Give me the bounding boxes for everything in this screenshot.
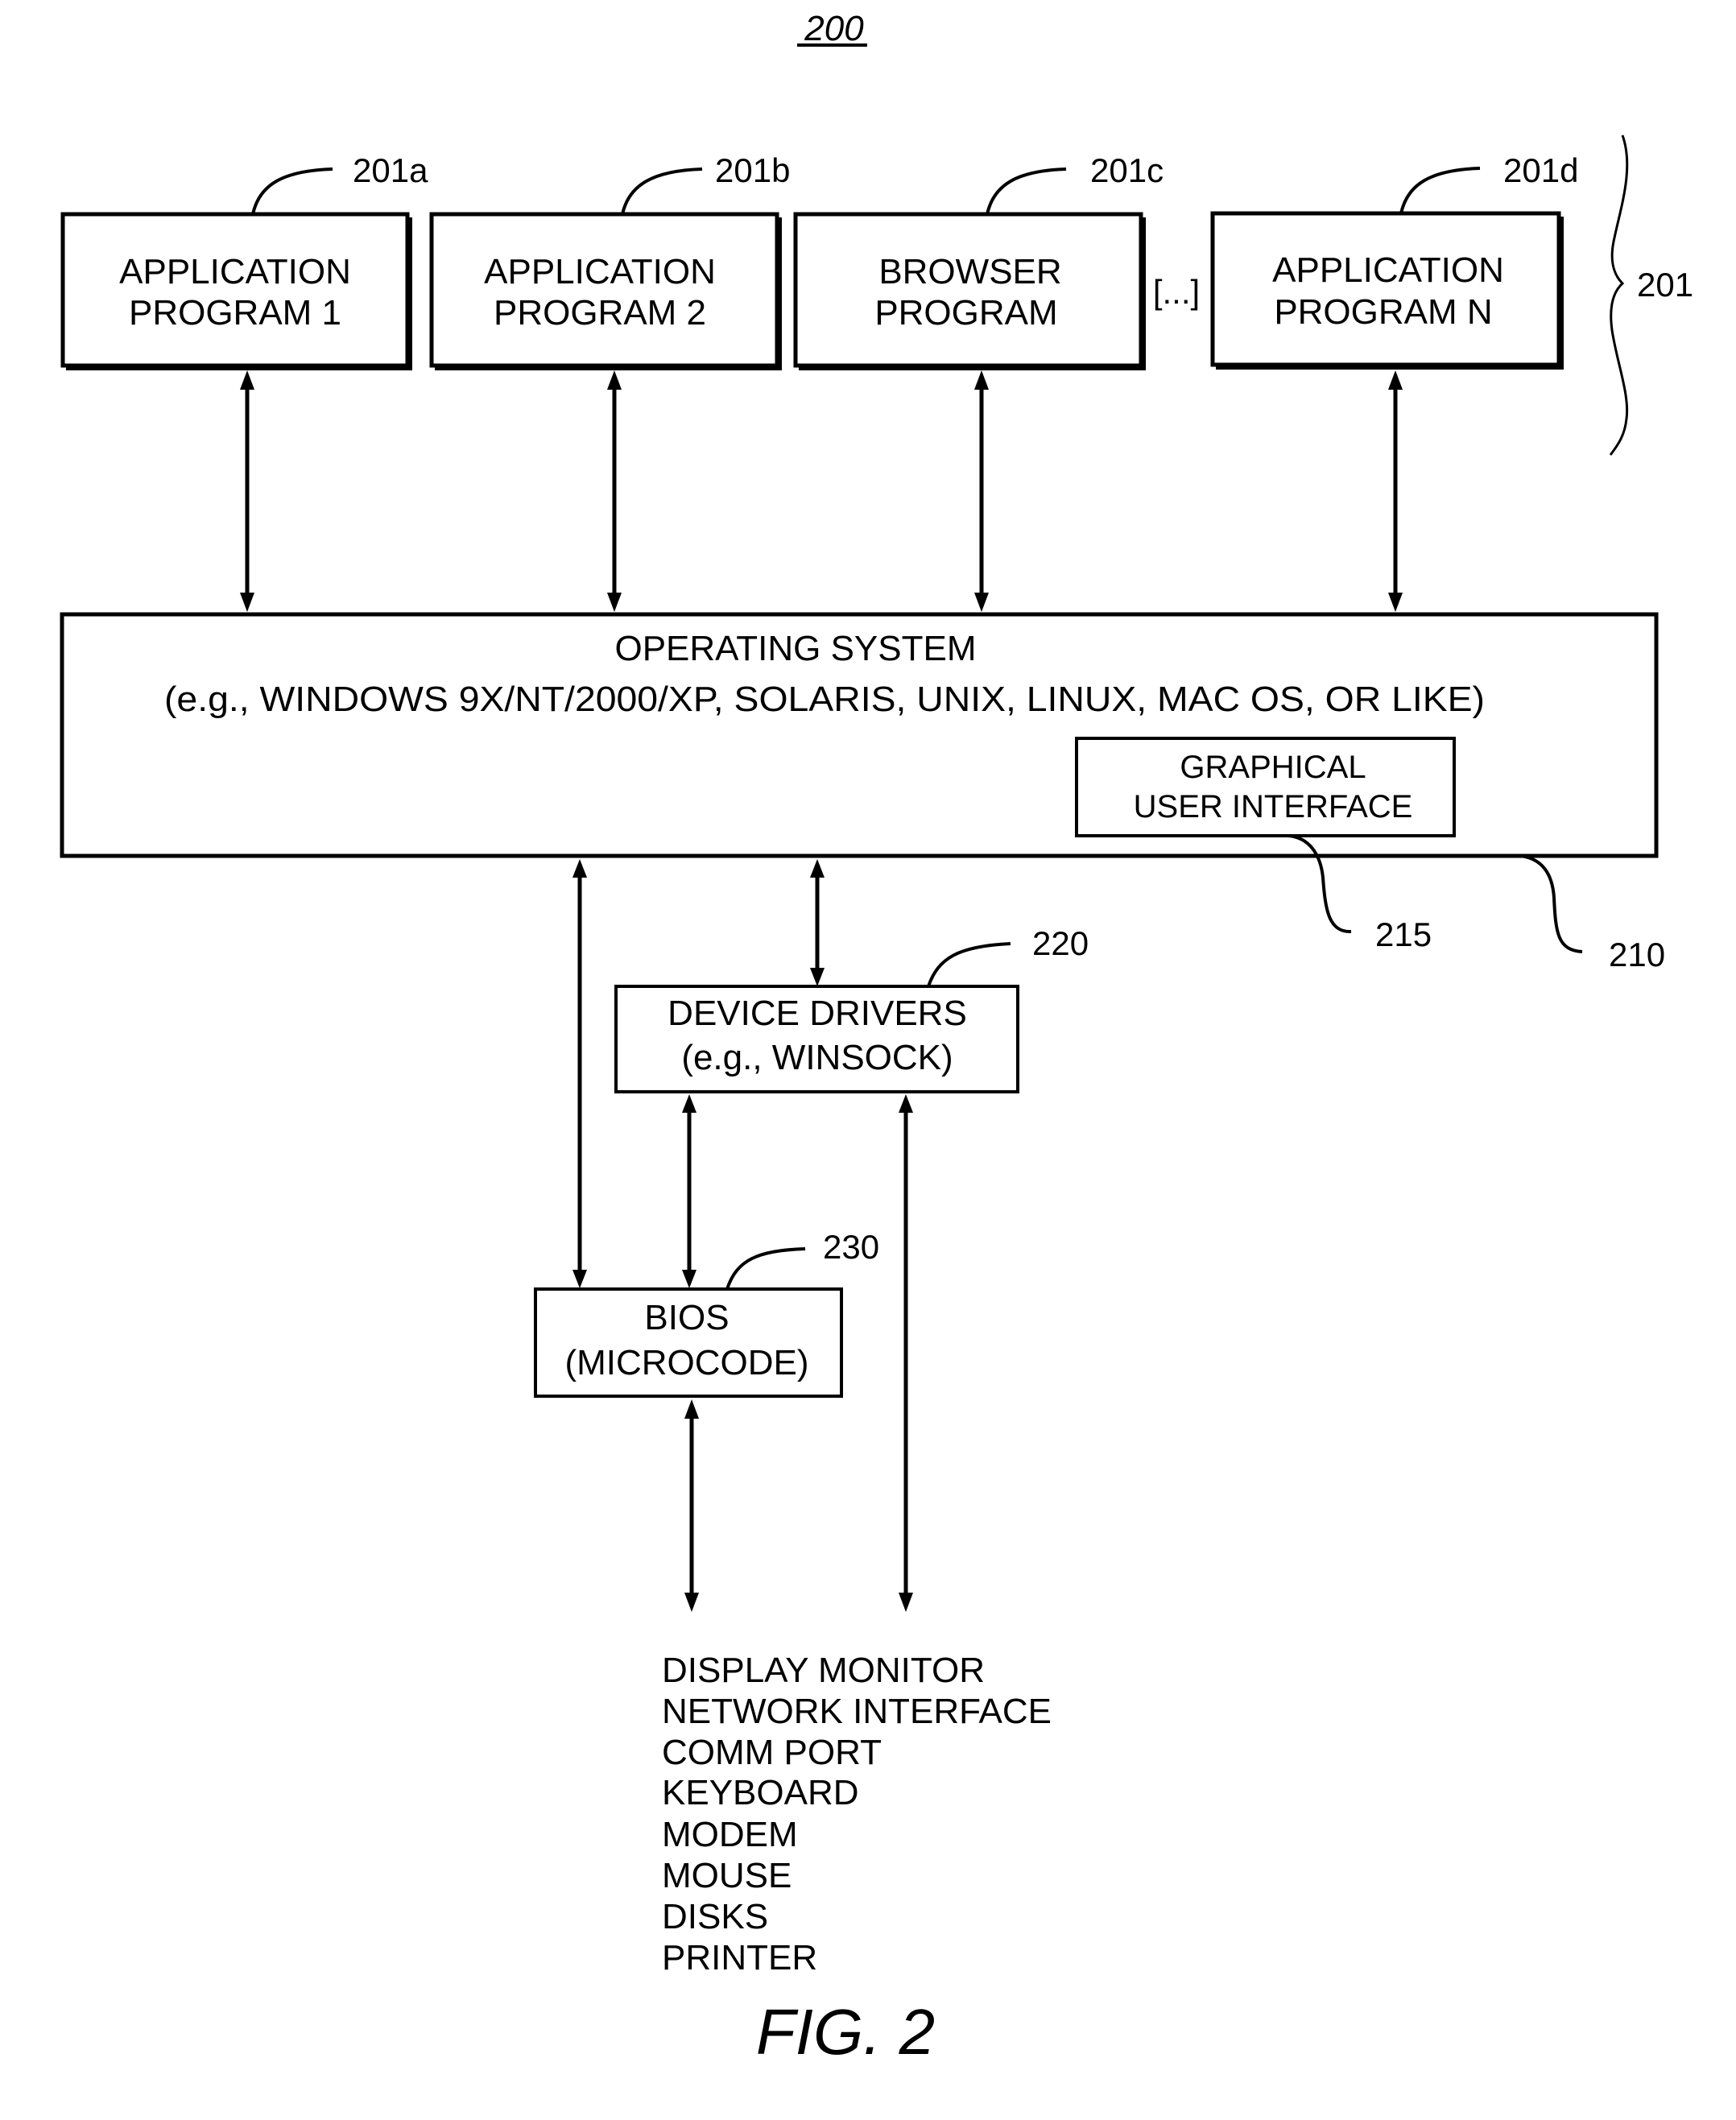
app-box-3-line2: PROGRAM xyxy=(874,293,1057,333)
app-box-3-line1: BROWSER xyxy=(878,252,1061,291)
leader-201d xyxy=(1399,167,1481,214)
arrow-os-device-drivers xyxy=(810,859,825,986)
ref-label-215: 215 xyxy=(1375,915,1432,953)
ref-label-210: 210 xyxy=(1609,936,1665,973)
app-box-1-line1: APPLICATION xyxy=(119,252,351,291)
leader-210 xyxy=(1519,854,1583,953)
figure-ref-number: 200 xyxy=(804,9,864,48)
app-box-4-line2: PROGRAM N xyxy=(1274,292,1492,332)
group-brace-201 xyxy=(1609,134,1629,456)
device-item: MODEM xyxy=(662,1815,798,1854)
leader-230 xyxy=(725,1247,806,1290)
ref-label-201b: 201b xyxy=(715,151,790,189)
arrow-app4-os xyxy=(1388,370,1403,612)
arrow-os-bios xyxy=(572,859,587,1288)
app-box-2-line1: APPLICATION xyxy=(484,252,716,291)
app-separator-ellipsis: [...] xyxy=(1153,273,1200,311)
arrow-app1-os xyxy=(240,370,254,612)
leader-201c xyxy=(986,167,1067,215)
arrow-device-drivers-bios xyxy=(682,1094,696,1288)
gui-line1: GRAPHICAL xyxy=(1180,750,1366,785)
ref-label-220: 220 xyxy=(1032,924,1089,962)
arrow-app3-os xyxy=(974,370,989,612)
device-drivers-line1: DEVICE DRIVERS xyxy=(668,994,967,1033)
device-item: DISPLAY MONITOR xyxy=(662,1651,985,1690)
leader-220 xyxy=(927,942,1011,987)
device-item: KEYBOARD xyxy=(662,1773,859,1812)
device-item: NETWORK INTERFACE xyxy=(662,1692,1052,1731)
arrow-bios-devices xyxy=(684,1399,699,1612)
device-item: COMM PORT xyxy=(662,1733,882,1772)
bios-line2: (MICROCODE) xyxy=(564,1343,808,1382)
figure-caption: FIG. 2 xyxy=(756,1996,935,2068)
leader-201a xyxy=(251,167,333,215)
app-box-1-line2: PROGRAM 1 xyxy=(129,293,341,333)
ref-label-230: 230 xyxy=(823,1228,879,1266)
device-drivers-line2: (e.g., WINSOCK) xyxy=(681,1038,953,1077)
app-box-3: BROWSER PROGRAM xyxy=(793,212,1146,370)
ref-label-201: 201 xyxy=(1637,266,1693,304)
device-item: PRINTER xyxy=(662,1938,817,1977)
gui-line2: USER INTERFACE xyxy=(1134,789,1413,824)
ref-label-201c: 201c xyxy=(1090,151,1164,189)
device-item: DISKS xyxy=(662,1897,768,1936)
gui-box: GRAPHICAL USER INTERFACE xyxy=(1075,737,1456,837)
bios-line1: BIOS xyxy=(644,1298,729,1337)
software-architecture-diagram: 200 APPLICATION PROGRAM 1 APPLICATION PR… xyxy=(60,9,1693,2068)
device-list: DISPLAY MONITOR NETWORK INTERFACE COMM P… xyxy=(662,1651,1052,1977)
ref-label-201a: 201a xyxy=(353,151,428,189)
arrow-device-drivers-devices xyxy=(899,1094,913,1612)
leader-201b xyxy=(621,167,703,215)
app-box-4-line1: APPLICATION xyxy=(1272,250,1504,290)
app-box-2: APPLICATION PROGRAM 2 xyxy=(429,212,782,370)
ref-label-201d: 201d xyxy=(1503,151,1578,189)
device-drivers-box: DEVICE DRIVERS (e.g., WINSOCK) xyxy=(614,985,1019,1093)
app-box-2-line2: PROGRAM 2 xyxy=(494,293,706,333)
os-title: OPERATING SYSTEM xyxy=(614,629,976,668)
arrow-app2-os xyxy=(607,370,622,612)
os-examples: (e.g., WINDOWS 9X/NT/2000/XP, SOLARIS, U… xyxy=(164,680,1485,719)
app-box-1: APPLICATION PROGRAM 1 xyxy=(60,212,412,370)
app-box-4: APPLICATION PROGRAM N xyxy=(1210,211,1564,370)
bios-box: BIOS (MICROCODE) xyxy=(534,1287,843,1398)
device-item: MOUSE xyxy=(662,1856,792,1895)
